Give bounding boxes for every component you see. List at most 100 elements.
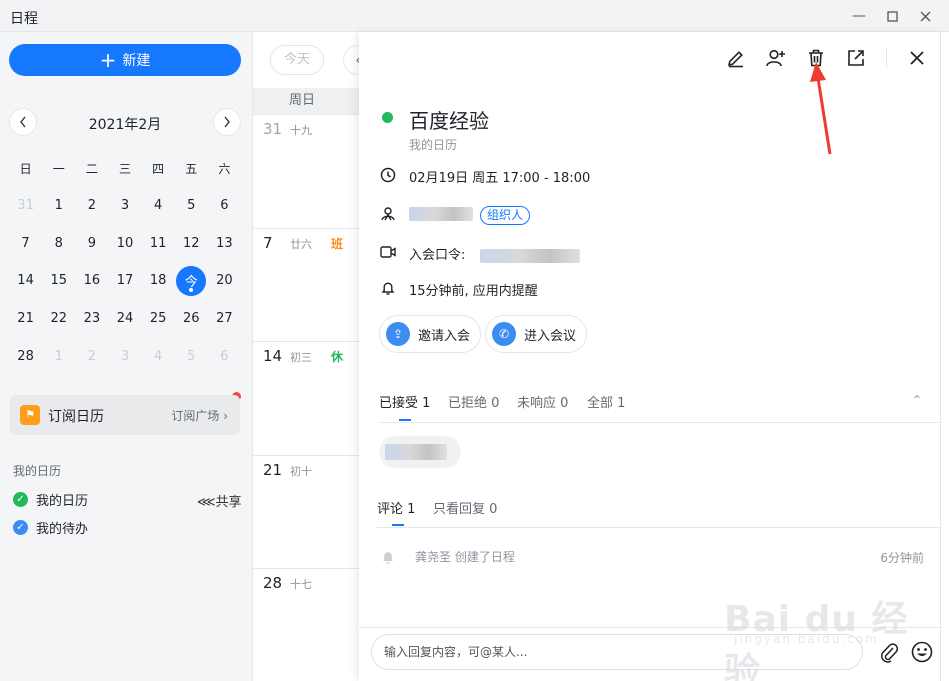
tab-replies-only[interactable]: 只看回复 0 [433,498,497,517]
calendar-day[interactable]: 9 [75,225,108,263]
edit-icon[interactable] [724,46,748,70]
cell-day-number: 21 [263,460,283,479]
calendar-item-todo[interactable]: ✓ 我的待办 [13,518,89,537]
tab-underline [392,524,404,526]
subscribe-calendar-item[interactable]: ⚑ 订阅日历 订阅广场 › [10,395,240,435]
window-close-icon[interactable] [914,6,936,26]
calendar-day[interactable]: 23 [75,300,108,338]
chevron-left-icon [20,116,26,128]
maximize-icon[interactable] [881,6,903,26]
week-day-cell[interactable]: 31 十九 [253,114,361,227]
join-meeting-button[interactable]: ✆ 进入会议 [485,315,588,353]
organizer-icon [379,205,397,223]
calendar-day[interactable]: 27 [208,300,241,338]
calendar-day[interactable]: 1 [42,187,75,225]
new-event-label: 新建 [122,53,151,69]
calendar-day[interactable]: 3 [108,337,141,375]
check-icon[interactable]: ✓ [13,519,28,535]
check-icon[interactable]: ✓ [13,491,28,507]
tab-no-response[interactable]: 未响应 0 [517,392,568,411]
meeting-code-label: 入会口令: [409,248,466,263]
scroll-strip [940,32,949,681]
window-title: 日程 [10,11,38,27]
calendar-day[interactable]: 6 [208,337,241,375]
calendar-day[interactable]: 21 [9,300,42,338]
tab-accepted[interactable]: 已接受 1 [379,392,430,411]
calendar-name: 我的日历 [36,493,89,509]
calendar-day[interactable]: 26 [175,300,208,338]
minimize-icon[interactable]: — [848,6,870,26]
calendar-day[interactable]: 2 [75,187,108,225]
today-button[interactable]: 今天 [270,45,324,75]
next-month-button[interactable] [213,108,241,136]
cell-day-number: 14 [263,347,283,365]
event-title: 百度经验 [409,109,489,133]
calendar-day[interactable]: 11 [142,225,175,263]
week-day-cell[interactable]: 7 廿六 班 [253,227,361,341]
calendar-item-mine[interactable]: ✓ 我的日历 [13,490,89,509]
calendar-day[interactable]: 2 [75,337,108,375]
calendar-day[interactable]: 13 [208,225,241,263]
calendar-day[interactable]: 20 [208,262,241,300]
calendar-day[interactable]: 17 [108,262,141,300]
phone-icon: ✆ [492,322,516,346]
calendar-day[interactable]: 24 [108,300,141,338]
open-external-icon[interactable] [844,46,868,70]
calendar-day[interactable]: 14 [9,262,42,300]
calendar-day[interactable]: 4 [142,187,175,225]
emoji-icon[interactable] [910,640,934,664]
paperclip-icon[interactable] [877,640,901,664]
weekday-label: 五 [185,162,198,176]
calendar-day[interactable]: 1 [42,337,75,375]
calendar-day[interactable]: 3 [108,187,141,225]
weekday-label: 三 [118,162,131,176]
weekday-label: 二 [85,162,98,176]
calendar-name: 我的待办 [36,521,89,537]
calendar-day[interactable]: 22 [42,300,75,338]
subscribe-square-link[interactable]: 订阅广场 › [171,407,228,424]
mini-calendar-grid: 31 1 2 3 4 5 6 7 8 9 10 11 12 13 14 15 16 17 18 今 20 21 22 23 24… [9,187,241,375]
divider [377,527,940,528]
week-day-cell[interactable]: 21 初十 [253,454,361,568]
attendee-chip-redacted[interactable] [379,436,461,468]
tab-all[interactable]: 全部 1 [587,392,625,411]
prev-month-button[interactable] [9,108,37,136]
week-view: 今天 ‹ 周日 31 十九 7 廿六班 14 初三休 21 初十 28 十七 [252,32,373,681]
invite-meeting-button[interactable]: ⇪ 邀请入会 [379,315,482,353]
calendar-day[interactable]: 5 [175,187,208,225]
calendar-day[interactable]: 25 [142,300,175,338]
close-icon[interactable] [905,46,929,70]
plus-icon: + [99,48,117,72]
cell-lunar-date: 初十 [290,464,312,478]
tab-comments[interactable]: 评论 1 [377,498,415,517]
calendar-day[interactable]: 31 [9,187,42,225]
meeting-code-row: 入会口令: [409,244,580,263]
tab-declined[interactable]: 已拒绝 0 [448,392,499,411]
title-bar: 日程 — [0,0,949,32]
organizer-name-redacted[interactable] [409,206,473,221]
weekday-label: 日 [19,162,32,176]
calendar-day[interactable]: 7 [9,225,42,263]
calendar-day[interactable]: 10 [108,225,141,263]
event-time: 02月19日 周五 17:00 - 18:00 [409,171,591,186]
week-day-cell[interactable]: 28 十七 [253,568,361,681]
calendar-day[interactable]: 8 [42,225,75,263]
cell-day-number: 28 [263,574,283,592]
share-button[interactable]: ⋘共享 [197,491,242,510]
calendar-day[interactable]: 4 [142,337,175,375]
calendar-day[interactable]: 16 [75,262,108,300]
new-event-button[interactable]: + 新建 [9,44,241,76]
calendar-day[interactable]: 28 [9,337,42,375]
calendar-day[interactable]: 15 [42,262,75,300]
calendar-day[interactable]: 18 [142,262,175,300]
sidebar: + 新建 2021年2月 日一二三四五六 31 1 2 3 4 5 6 7 8 9 10 11 12 13… [0,32,252,681]
calendar-day[interactable]: 6 [208,187,241,225]
reply-input[interactable] [371,634,863,670]
add-person-icon[interactable] [764,46,788,70]
calendar-day[interactable]: 5 [175,337,208,375]
calendar-day[interactable]: 今 [175,262,208,300]
collapse-icon[interactable]: ⌃ [912,393,922,407]
week-day-cell[interactable]: 14 初三 休 [253,341,361,454]
delete-icon[interactable] [804,46,828,70]
calendar-day[interactable]: 12 [175,225,208,263]
